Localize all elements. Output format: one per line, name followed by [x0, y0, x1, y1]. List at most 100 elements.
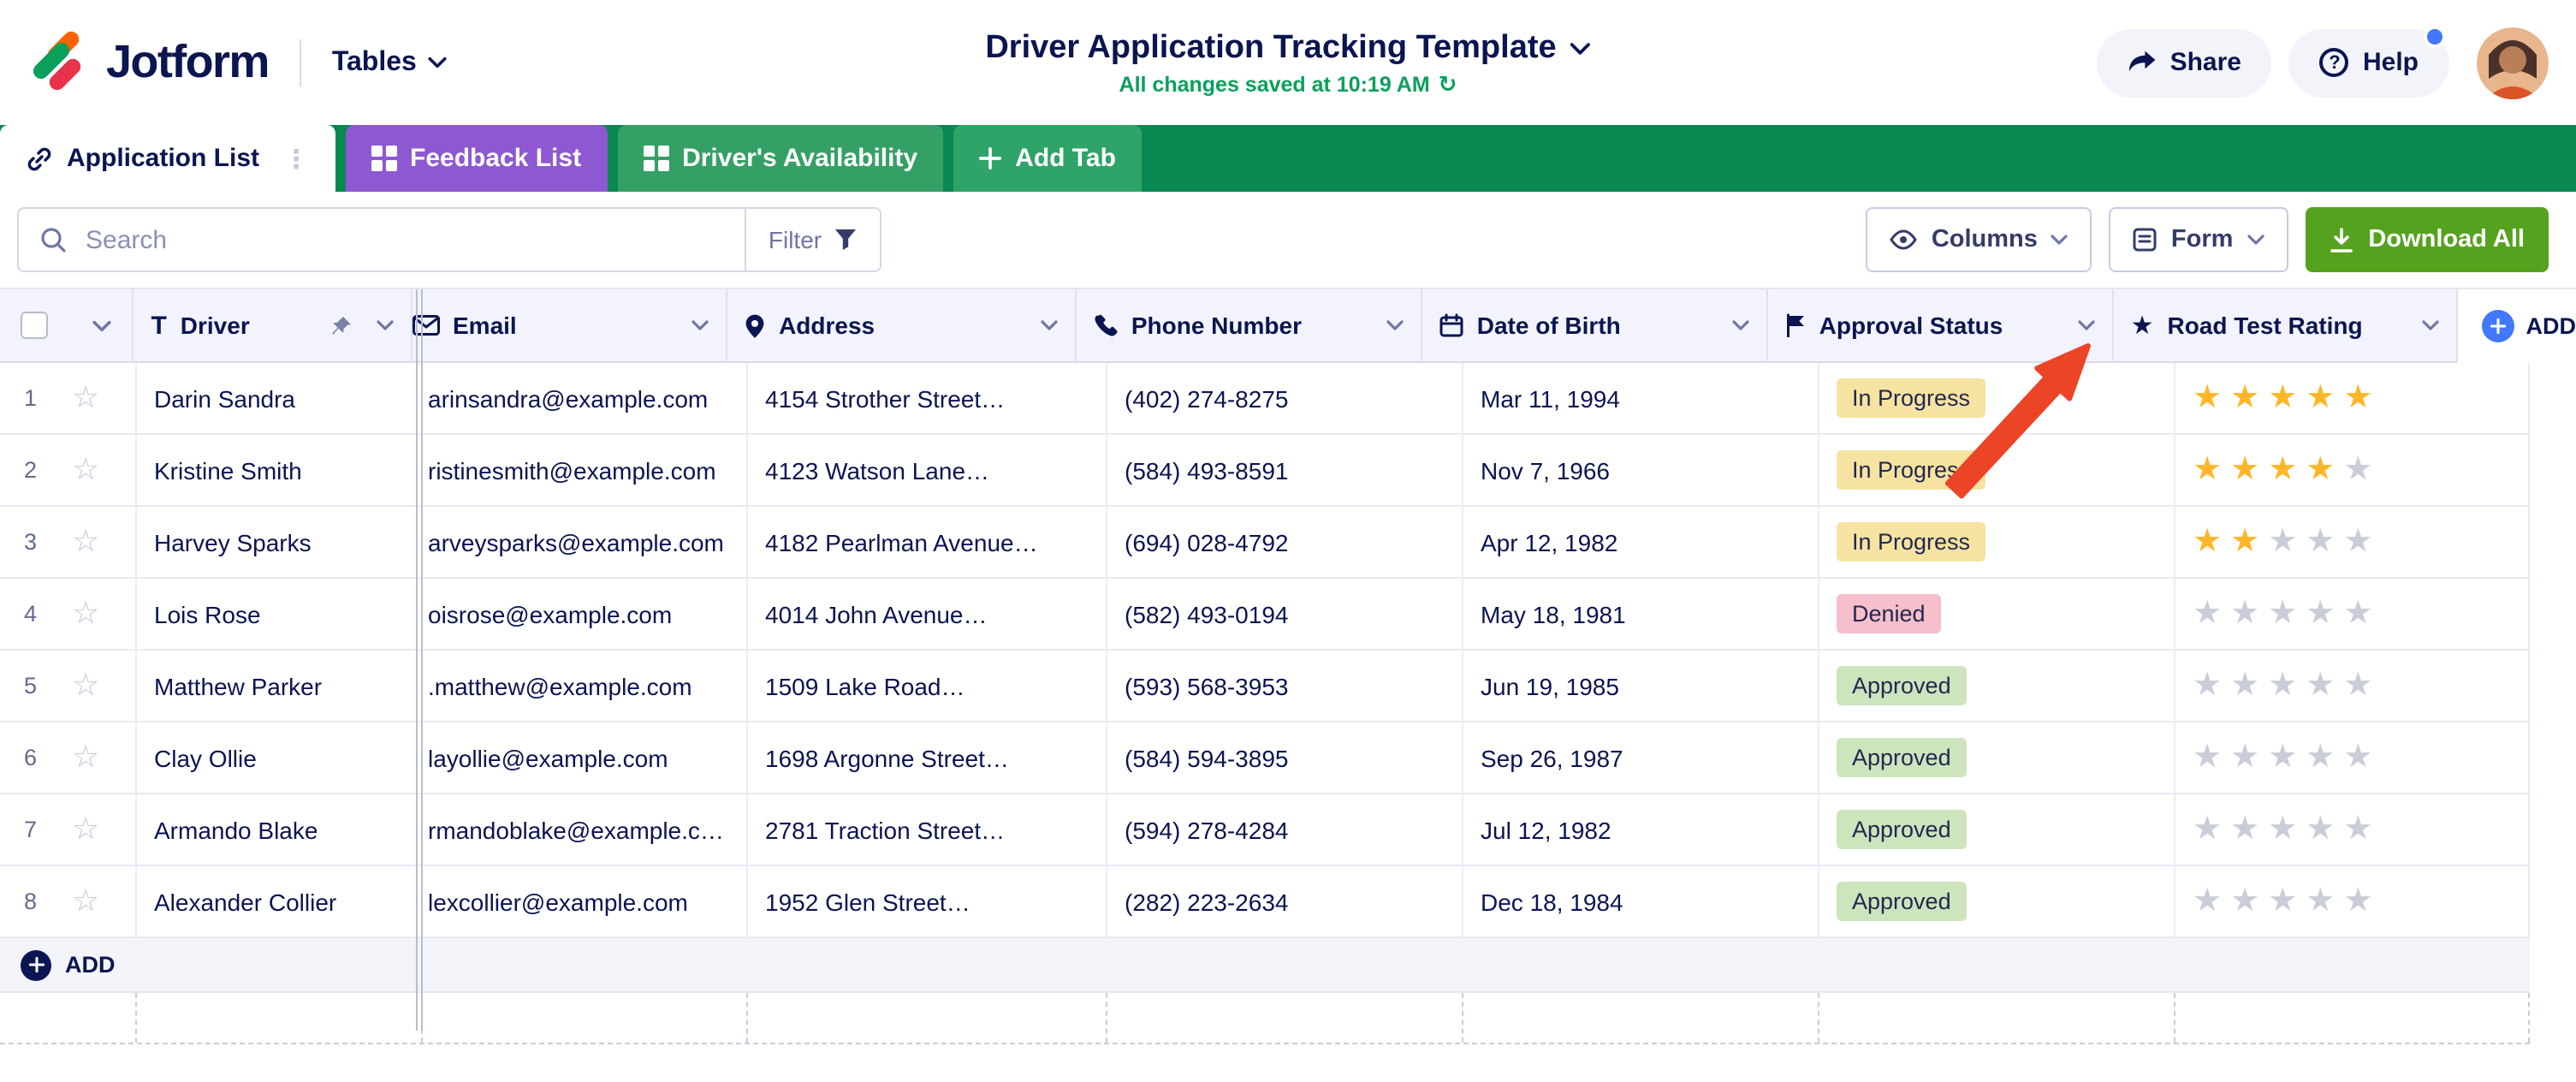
- address-cell[interactable]: 2781 Traction Street…: [748, 794, 1107, 865]
- star-icon[interactable]: ★: [2306, 454, 2335, 486]
- driver-cell[interactable]: Lois Rose: [137, 579, 423, 649]
- star-icon[interactable]: ★: [2193, 382, 2222, 414]
- star-icon[interactable]: ★: [2343, 741, 2372, 774]
- driver-cell[interactable]: Darin Sandra: [137, 363, 423, 433]
- pin-icon[interactable]: [329, 314, 352, 336]
- add-tab-button[interactable]: Add Tab: [953, 125, 1142, 192]
- star-icon[interactable]: ★: [2306, 669, 2335, 702]
- star-icon[interactable]: ★: [2306, 885, 2335, 918]
- star-icon[interactable]: ★: [2268, 885, 2297, 918]
- address-cell[interactable]: 1509 Lake Road…: [748, 651, 1107, 721]
- star-icon[interactable]: ★: [2306, 741, 2335, 774]
- star-icon[interactable]: ★: [2193, 669, 2222, 702]
- approval-status-cell[interactable]: Approved: [1819, 722, 2175, 793]
- jotform-logo[interactable]: Jotform: [27, 33, 269, 92]
- phone-cell[interactable]: (402) 274-8275: [1107, 363, 1463, 433]
- approval-status-cell[interactable]: In Progress: [1819, 507, 2175, 577]
- email-cell[interactable]: rmandoblake@example.c…: [423, 794, 748, 865]
- favorite-star-icon[interactable]: ☆: [72, 380, 99, 416]
- tab-feedback-list[interactable]: Feedback List: [345, 125, 607, 192]
- email-cell[interactable]: ristinesmith@example.com: [423, 435, 748, 505]
- star-icon[interactable]: ★: [2306, 526, 2335, 558]
- phone-cell[interactable]: (694) 028-4792: [1107, 507, 1463, 577]
- dob-cell[interactable]: Nov 7, 1966: [1463, 435, 1819, 505]
- rating-cell[interactable]: ★★★★★: [2175, 722, 2530, 793]
- star-icon[interactable]: ★: [2230, 454, 2259, 486]
- star-icon[interactable]: ★: [2230, 382, 2259, 414]
- column-header-phone[interactable]: Phone Number: [1077, 289, 1422, 363]
- column-header-dob[interactable]: Date of Birth: [1422, 289, 1768, 363]
- email-cell[interactable]: lexcollier@example.com: [423, 866, 748, 936]
- star-icon[interactable]: ★: [2230, 526, 2259, 558]
- column-header-approval-status[interactable]: Approval Status: [1768, 289, 2114, 363]
- star-icon[interactable]: ★: [2268, 382, 2297, 414]
- rating-cell[interactable]: ★★★★★: [2175, 363, 2530, 433]
- driver-cell[interactable]: Alexander Collier: [137, 866, 423, 936]
- star-icon[interactable]: ★: [2306, 813, 2335, 846]
- email-cell[interactable]: oisrose@example.com: [423, 579, 748, 649]
- star-icon[interactable]: ★: [2268, 813, 2297, 846]
- dob-cell[interactable]: May 18, 1981: [1463, 579, 1819, 649]
- column-header-rating[interactable]: ★ Road Test Rating: [2114, 289, 2458, 363]
- star-icon[interactable]: ★: [2230, 813, 2259, 846]
- star-icon[interactable]: ★: [2230, 741, 2259, 774]
- column-header-driver[interactable]: T Driver: [134, 289, 412, 363]
- document-title-dropdown[interactable]: Driver Application Tracking Template: [985, 29, 1590, 67]
- address-cell[interactable]: 4123 Watson Lane…: [748, 435, 1107, 505]
- rating-cell[interactable]: ★★★★★: [2175, 507, 2530, 577]
- tab-menu-icon[interactable]: ⋮: [283, 143, 309, 174]
- favorite-star-icon[interactable]: ☆: [72, 740, 99, 776]
- dob-cell[interactable]: Jun 19, 1985: [1463, 651, 1819, 721]
- driver-cell[interactable]: Matthew Parker: [137, 651, 423, 721]
- address-cell[interactable]: 4182 Pearlman Avenue…: [748, 507, 1107, 577]
- rating-cell[interactable]: ★★★★★: [2175, 435, 2530, 505]
- chevron-down-icon[interactable]: [1386, 320, 1404, 330]
- select-all-checkbox[interactable]: [21, 312, 48, 339]
- driver-cell[interactable]: Harvey Sparks: [137, 507, 423, 577]
- favorite-star-icon[interactable]: ☆: [72, 524, 99, 560]
- filter-button[interactable]: Filter: [746, 209, 880, 270]
- email-cell[interactable]: arveysparks@example.com: [423, 507, 748, 577]
- download-all-button[interactable]: Download All: [2305, 207, 2549, 272]
- approval-status-cell[interactable]: Approved: [1819, 651, 2175, 721]
- chevron-down-icon[interactable]: [2422, 320, 2439, 330]
- star-icon[interactable]: ★: [2193, 885, 2222, 918]
- approval-status-cell[interactable]: Approved: [1819, 794, 2175, 865]
- search-input[interactable]: [82, 223, 724, 256]
- form-button[interactable]: Form: [2110, 207, 2288, 272]
- star-icon[interactable]: ★: [2193, 813, 2222, 846]
- star-icon[interactable]: ★: [2343, 382, 2372, 414]
- avatar[interactable]: [2477, 27, 2549, 98]
- chevron-down-icon[interactable]: [2078, 320, 2095, 330]
- chevron-down-icon[interactable]: [691, 320, 709, 330]
- phone-cell[interactable]: (593) 568-3953: [1107, 651, 1463, 721]
- phone-cell[interactable]: (584) 594-3895: [1107, 722, 1463, 793]
- approval-status-cell[interactable]: In Progress: [1819, 363, 2175, 433]
- dob-cell[interactable]: Jul 12, 1982: [1463, 794, 1819, 865]
- approval-status-cell[interactable]: Approved: [1819, 866, 2175, 936]
- star-icon[interactable]: ★: [2343, 813, 2372, 846]
- driver-cell[interactable]: Kristine Smith: [137, 435, 423, 505]
- rating-cell[interactable]: ★★★★★: [2175, 651, 2530, 721]
- favorite-star-icon[interactable]: ☆: [72, 812, 99, 847]
- tables-nav-dropdown[interactable]: Tables: [332, 47, 448, 78]
- chevron-down-icon[interactable]: [1732, 320, 1749, 330]
- chevron-down-icon[interactable]: [92, 319, 111, 331]
- phone-cell[interactable]: (594) 278-4284: [1107, 794, 1463, 865]
- email-cell[interactable]: arinsandra@example.com: [423, 363, 748, 433]
- star-icon[interactable]: ★: [2306, 382, 2335, 414]
- rating-cell[interactable]: ★★★★★: [2175, 794, 2530, 865]
- add-column-button[interactable]: ADD: [2482, 289, 2576, 363]
- dob-cell[interactable]: Apr 12, 1982: [1463, 507, 1819, 577]
- column-header-email[interactable]: Email: [412, 289, 727, 363]
- address-cell[interactable]: 4154 Strother Street…: [748, 363, 1107, 433]
- approval-status-cell[interactable]: In Progress: [1819, 435, 2175, 505]
- favorite-star-icon[interactable]: ☆: [72, 452, 99, 488]
- address-cell[interactable]: 1698 Argonne Street…: [748, 722, 1107, 793]
- star-icon[interactable]: ★: [2193, 741, 2222, 774]
- star-icon[interactable]: ★: [2343, 669, 2372, 702]
- phone-cell[interactable]: (282) 223-2634: [1107, 866, 1463, 936]
- star-icon[interactable]: ★: [2268, 454, 2297, 486]
- rating-cell[interactable]: ★★★★★: [2175, 866, 2530, 936]
- driver-cell[interactable]: Clay Ollie: [137, 722, 423, 793]
